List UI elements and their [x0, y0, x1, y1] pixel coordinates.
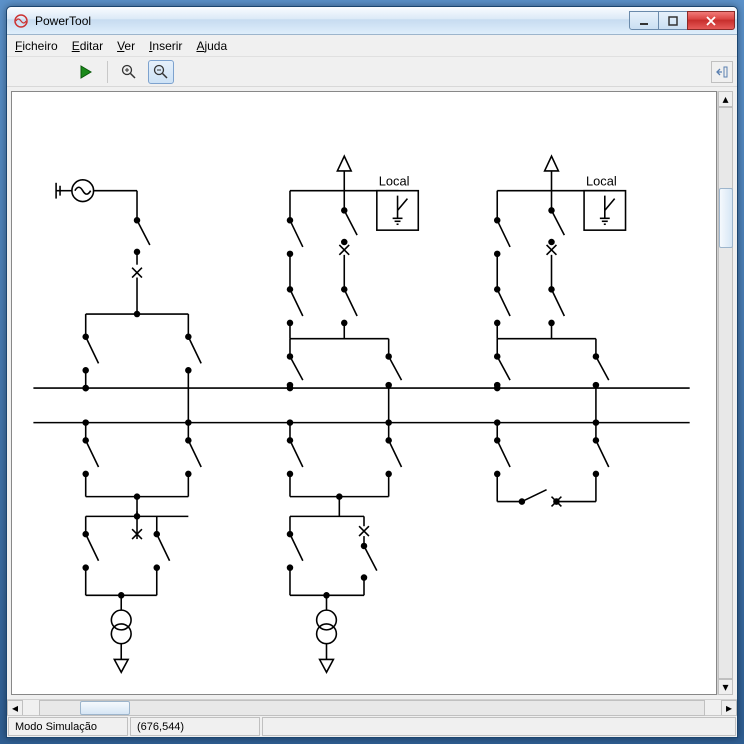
app-window: PowerTool Ficheiro Editar Ver Inserir Aj… — [6, 6, 738, 738]
local-label-2: Local — [586, 174, 617, 189]
maximize-button[interactable] — [658, 11, 688, 30]
status-rest — [262, 717, 736, 736]
close-button[interactable] — [687, 11, 735, 30]
menu-ficheiro[interactable]: Ficheiro — [15, 39, 58, 53]
vscroll-thumb[interactable] — [719, 188, 733, 248]
titlebar[interactable]: PowerTool — [7, 7, 737, 35]
canvas-area: Local — [7, 87, 737, 699]
toolbar-separator — [107, 61, 108, 83]
minimize-button[interactable] — [629, 11, 659, 30]
toolbar — [7, 57, 737, 87]
menu-inserir[interactable]: Inserir — [149, 39, 182, 53]
scroll-right-arrow[interactable]: ▸ — [721, 700, 737, 716]
run-button[interactable] — [73, 60, 99, 84]
menubar: Ficheiro Editar Ver Inserir Ajuda — [7, 35, 737, 57]
status-mode: Modo Simulação — [8, 717, 128, 736]
scroll-left-arrow[interactable]: ◂ — [7, 700, 23, 716]
local-label-1: Local — [379, 174, 410, 189]
diagram-canvas[interactable]: Local — [11, 91, 717, 695]
window-buttons — [630, 11, 735, 30]
collapse-panel-button[interactable] — [711, 61, 733, 83]
menu-editar[interactable]: Editar — [72, 39, 103, 53]
status-coords: (676,544) — [130, 717, 260, 736]
scroll-down-arrow[interactable]: ▾ — [718, 679, 733, 695]
zoom-in-button[interactable] — [116, 60, 142, 84]
zoom-out-button[interactable] — [148, 60, 174, 84]
window-title: PowerTool — [35, 14, 630, 28]
menu-ajuda[interactable]: Ajuda — [196, 39, 227, 53]
hscroll-track[interactable] — [39, 700, 705, 716]
horizontal-scrollbar[interactable]: ◂ ▸ — [7, 699, 737, 715]
vscroll-track[interactable] — [718, 107, 733, 679]
schematic-svg: Local — [12, 92, 716, 694]
hscroll-thumb[interactable] — [80, 701, 130, 715]
app-icon — [13, 13, 29, 29]
statusbar: Modo Simulação (676,544) — [7, 715, 737, 737]
vertical-scrollbar[interactable]: ▴ ▾ — [717, 91, 733, 695]
menu-ver[interactable]: Ver — [117, 39, 135, 53]
scroll-up-arrow[interactable]: ▴ — [718, 91, 733, 107]
